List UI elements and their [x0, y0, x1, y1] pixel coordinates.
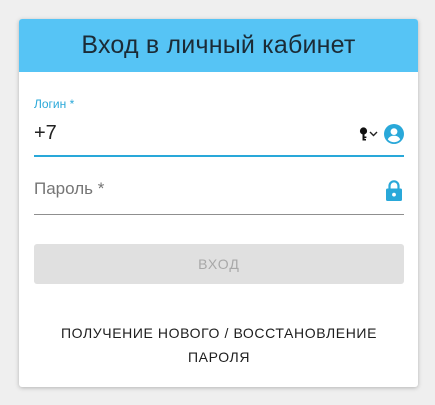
- login-card: Вход в личный кабинет Логин * +7 Пароль …: [19, 19, 418, 387]
- login-label: Логин *: [34, 97, 75, 111]
- login-button[interactable]: ВХОД: [34, 244, 404, 284]
- lock-icon: [386, 180, 402, 201]
- login-icons: [359, 124, 404, 144]
- password-field[interactable]: Пароль *: [34, 169, 404, 215]
- recover-line-2: ПАРОЛЯ: [187, 349, 251, 365]
- chevron-down-icon: [369, 131, 378, 137]
- password-underline: [34, 214, 404, 215]
- key-icon: [359, 127, 368, 141]
- recover-password-link[interactable]: ПОЛУЧЕНИЕ НОВОГО / ВОССТАНОВЛЕНИЕ ПАРОЛЯ: [34, 321, 404, 369]
- page-title: Вход в личный кабинет: [81, 31, 356, 59]
- key-dropdown[interactable]: [359, 127, 378, 141]
- password-label: Пароль *: [34, 179, 105, 198]
- recover-line-1: ПОЛУЧЕНИЕ НОВОГО / ВОССТАНОВЛЕНИЕ: [60, 325, 378, 341]
- login-field[interactable]: Логин * +7: [34, 97, 404, 157]
- login-input[interactable]: +7: [34, 122, 57, 145]
- login-underline: [34, 155, 404, 157]
- account-circle-icon: [384, 124, 404, 144]
- card-header: Вход в личный кабинет: [19, 19, 418, 72]
